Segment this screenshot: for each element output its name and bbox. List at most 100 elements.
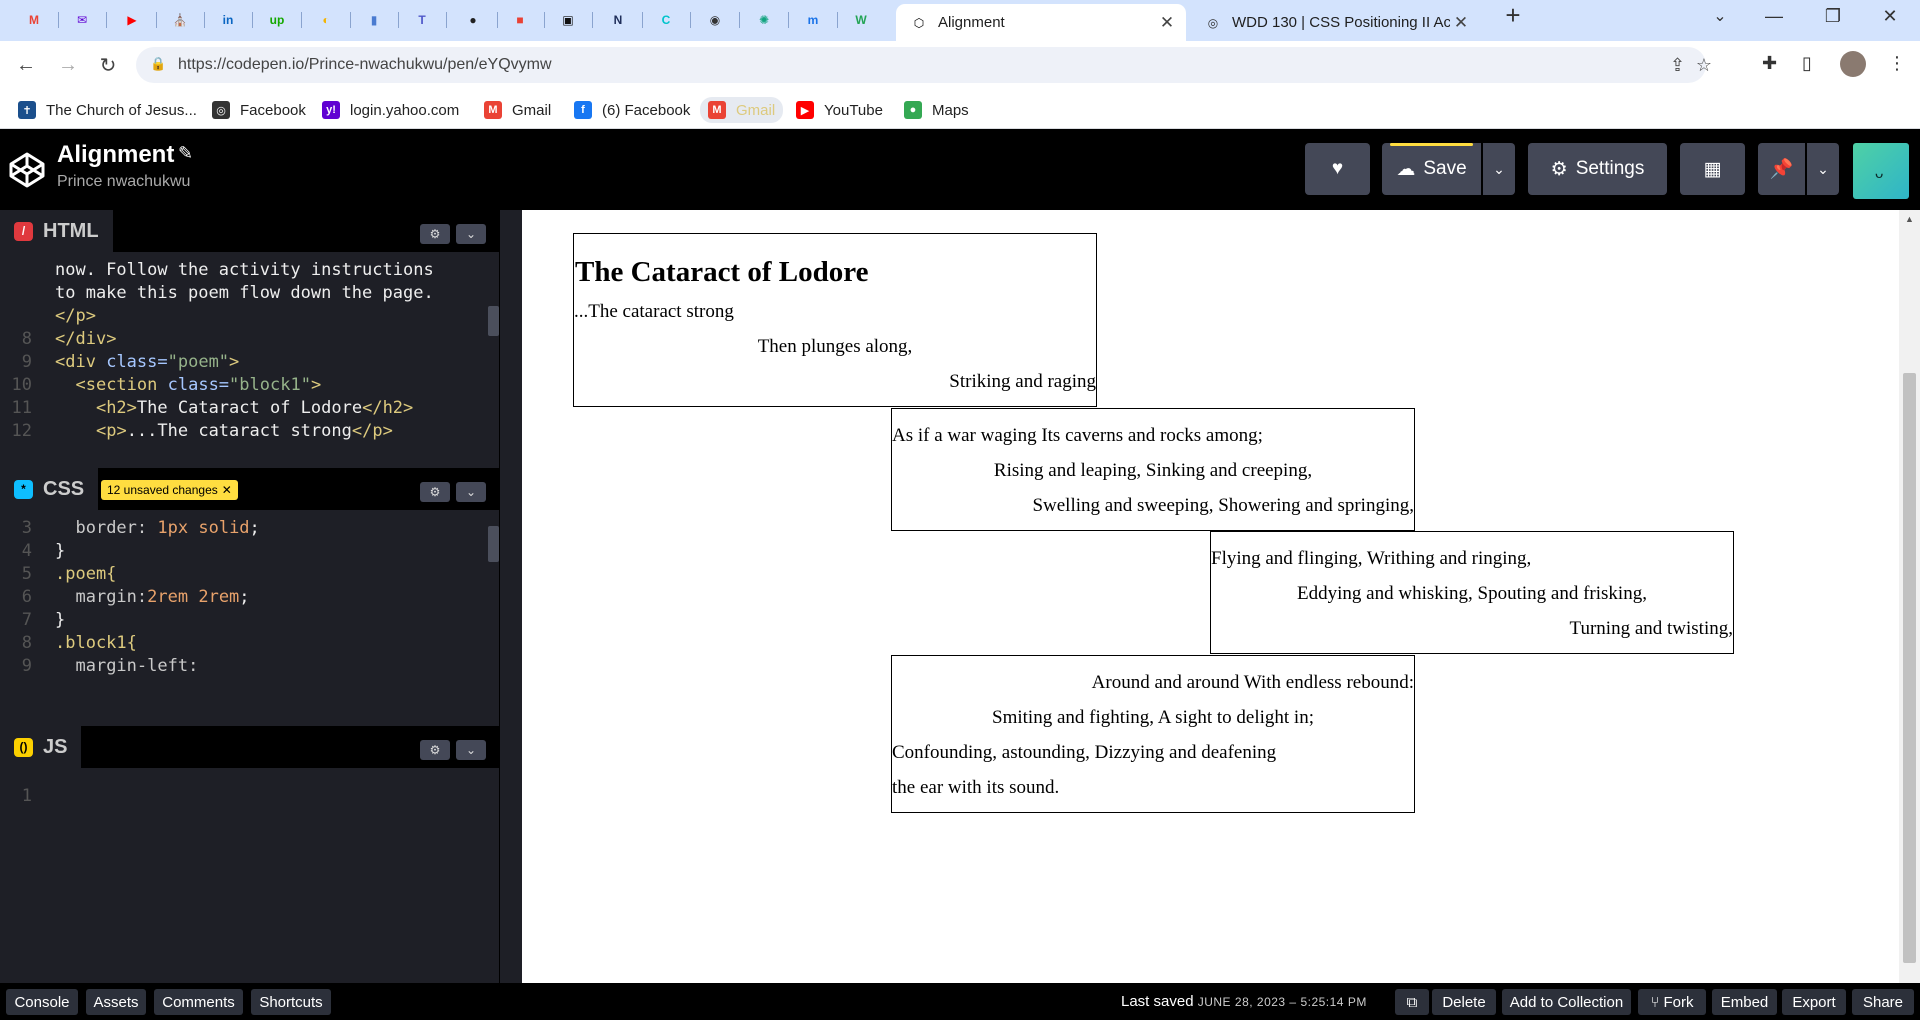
- close-tab-icon[interactable]: ✕: [1156, 13, 1178, 33]
- extensions-icon[interactable]: ✚: [1762, 53, 1777, 74]
- scroll-up-icon[interactable]: ▲: [1905, 214, 1914, 224]
- close-icon[interactable]: ✕: [222, 483, 232, 497]
- delete-button[interactable]: Delete: [1432, 989, 1496, 1015]
- html-code-area[interactable]: now. Follow the activity instructions to …: [0, 252, 500, 468]
- save-dropdown[interactable]: ⌄: [1483, 143, 1515, 195]
- css-scrollbar[interactable]: [488, 526, 499, 562]
- share-icon[interactable]: ⇪: [1670, 55, 1685, 76]
- pin-dropdown[interactable]: ⌄: [1807, 143, 1839, 195]
- unsaved-changes-badge[interactable]: 12 unsaved changes ✕: [101, 480, 238, 500]
- layout-button[interactable]: ▦: [1680, 143, 1745, 195]
- close-window-icon[interactable]: ✕: [1870, 6, 1910, 27]
- comments-label: Comments: [162, 993, 235, 1011]
- bookmark-item[interactable]: ● Maps: [896, 97, 977, 123]
- church-icon[interactable]: ⛪: [168, 8, 192, 32]
- code-line[interactable]: 9 margin-left:: [0, 652, 480, 680]
- css-settings-icon[interactable]: ⚙: [420, 482, 450, 502]
- html-scrollbar[interactable]: [488, 306, 499, 336]
- add-to-collection-button[interactable]: Add to Collection: [1502, 989, 1631, 1015]
- love-button[interactable]: ♥: [1305, 143, 1370, 195]
- css-collapse-icon[interactable]: ⌄: [456, 482, 486, 502]
- code-text: margin-left:: [75, 656, 199, 676]
- html-collapse-icon[interactable]: ⌄: [456, 224, 486, 244]
- back-icon[interactable]: ←: [12, 51, 40, 79]
- yahoo-mail-icon[interactable]: ✉: [70, 8, 94, 32]
- gmail-icon[interactable]: M: [22, 8, 46, 32]
- shortcuts-button[interactable]: Shortcuts: [251, 989, 331, 1015]
- js-collapse-icon[interactable]: ⌄: [456, 740, 486, 760]
- bookmark-item[interactable]: y! login.yahoo.com: [314, 97, 467, 123]
- html-settings-icon[interactable]: ⚙: [420, 224, 450, 244]
- profile-avatar[interactable]: [1840, 51, 1866, 77]
- js-settings-icon[interactable]: ⚙: [420, 740, 450, 760]
- w-app-icon[interactable]: W: [849, 8, 873, 32]
- youtube-icon: ▶: [796, 101, 814, 119]
- fork-button[interactable]: ⑂ Fork: [1638, 989, 1706, 1015]
- preview-scroll-thumb[interactable]: [1903, 373, 1916, 963]
- minimize-icon[interactable]: —: [1754, 6, 1794, 27]
- reload-icon[interactable]: ↻: [94, 51, 122, 79]
- bookmark-item[interactable]: ◎ Facebook: [204, 97, 314, 123]
- comments-button[interactable]: Comments: [154, 989, 243, 1015]
- bookmark-item[interactable]: M Gmail: [700, 97, 784, 123]
- css-code-area[interactable]: 3 border: 1px solid; 4} 5 .poem{6 margin:2r…: [0, 510, 500, 726]
- code-line[interactable]: 1: [0, 782, 480, 810]
- pen-author[interactable]: Prince nwachukwu: [57, 173, 190, 191]
- tab-alignment[interactable]: ⬡ Alignment ✕: [896, 4, 1186, 41]
- user-avatar[interactable]: ᵕ: [1853, 143, 1909, 199]
- export-button[interactable]: Export: [1782, 989, 1846, 1015]
- code-line[interactable]: 12 <p>...The cataract strong</p>: [0, 417, 480, 445]
- nu-app-icon[interactable]: N: [606, 8, 630, 32]
- settings-button[interactable]: ⚙ Settings: [1528, 143, 1667, 195]
- teams-icon[interactable]: T: [410, 8, 434, 32]
- side-panel-icon[interactable]: ▯: [1802, 53, 1812, 74]
- embed-button[interactable]: Embed: [1712, 989, 1777, 1015]
- address-bar[interactable]: 🔒 https://codepen.io/Prince-nwachukwu/pe…: [136, 47, 1712, 83]
- terminal-app-icon[interactable]: ▣: [556, 8, 580, 32]
- edit-pencil-icon[interactable]: ✎: [178, 143, 193, 164]
- html-editor-tab[interactable]: / HTML: [0, 210, 113, 252]
- codepen-logo-icon[interactable]: [8, 151, 46, 189]
- bookmark-item[interactable]: ✝ The Church of Jesus...: [10, 97, 205, 123]
- youtube-icon[interactable]: ▶: [120, 8, 144, 32]
- preview-scrollbar[interactable]: ▲: [1899, 210, 1920, 983]
- app-yellow-icon[interactable]: ◐: [314, 8, 338, 32]
- console-button[interactable]: Console: [6, 989, 78, 1015]
- bookmark-star-icon[interactable]: ☆: [1696, 55, 1712, 76]
- bookmark-item[interactable]: f (6) Facebook: [566, 97, 698, 123]
- pen-title[interactable]: Alignment: [57, 141, 174, 169]
- heart-icon: ♥: [1331, 158, 1344, 179]
- save-button[interactable]: ☁ Save: [1382, 143, 1481, 195]
- url-text[interactable]: https://codepen.io/Prince-nwachukwu/pen/…: [178, 56, 552, 74]
- css-editor-tab[interactable]: * CSS: [0, 468, 99, 510]
- js-editor-tab[interactable]: () JS: [0, 726, 82, 768]
- linkedin-icon[interactable]: in: [216, 8, 240, 32]
- lock-icon[interactable]: 🔒: [150, 56, 166, 72]
- tab-separator: [690, 12, 691, 28]
- panda-icon[interactable]: ◉: [703, 8, 727, 32]
- canva-icon[interactable]: C: [654, 8, 678, 32]
- bookmark-item[interactable]: M Gmail: [476, 97, 559, 123]
- js-code-area[interactable]: 1: [0, 774, 500, 974]
- share-button[interactable]: Share: [1852, 989, 1914, 1015]
- github-icon[interactable]: ●: [461, 8, 485, 32]
- forward-icon[interactable]: →: [54, 51, 82, 79]
- m-app-icon[interactable]: m: [801, 8, 825, 32]
- tab-wdd130[interactable]: ◎ WDD 130 | CSS Positioning II Acti ✕: [1190, 4, 1480, 41]
- open-external-button[interactable]: ⧉: [1395, 989, 1429, 1015]
- close-tab-icon[interactable]: ✕: [1450, 13, 1472, 33]
- church-bookmark-icon: ✝: [18, 101, 36, 119]
- bookmark-item[interactable]: ▶ YouTube: [788, 97, 891, 123]
- new-tab-icon[interactable]: +: [1493, 0, 1533, 31]
- assets-button[interactable]: Assets: [86, 989, 146, 1015]
- tab-search-icon[interactable]: ⌄: [1700, 6, 1740, 26]
- colorful-app-icon[interactable]: ■: [508, 8, 532, 32]
- chevron-down-icon: ⌄: [1817, 160, 1829, 177]
- restore-icon[interactable]: ❐: [1813, 6, 1853, 27]
- analytics-icon[interactable]: ▮: [362, 8, 386, 32]
- chatgpt-icon[interactable]: ✺: [752, 8, 776, 32]
- upwork-icon[interactable]: up: [265, 8, 289, 32]
- pin-button[interactable]: 📌: [1758, 143, 1805, 195]
- preview-pane[interactable]: The Cataract of Lodore ...The cataract s…: [522, 210, 1899, 983]
- menu-kebab-icon[interactable]: ⋮: [1888, 53, 1906, 74]
